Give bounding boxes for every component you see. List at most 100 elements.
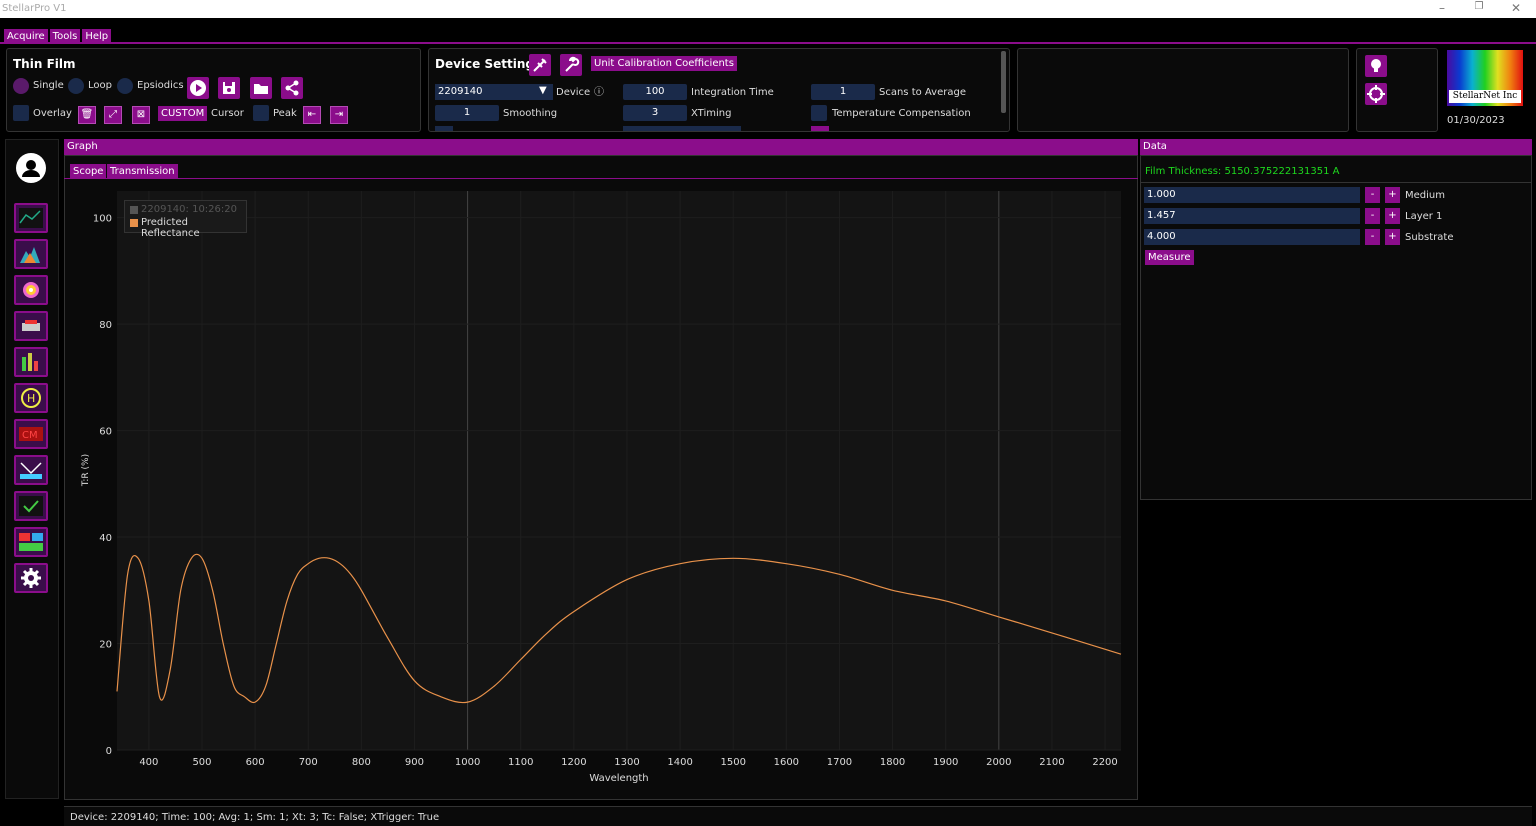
device-select-value: 2209140 xyxy=(438,86,483,97)
device-label: Device xyxy=(556,87,591,98)
y-tick-label: 100 xyxy=(93,214,112,225)
layer1-label: Layer 1 xyxy=(1405,211,1443,222)
cursor-right-button[interactable]: ⇥ xyxy=(330,106,348,124)
legend-swatch-2 xyxy=(130,219,138,227)
cursor-label: Cursor xyxy=(211,108,244,119)
compare-mode-button[interactable] xyxy=(14,527,48,557)
h-mode-button[interactable]: H xyxy=(14,383,48,413)
x-tick-label: 1500 xyxy=(720,757,745,768)
stellarnet-logo: StellarNet Inc xyxy=(1447,50,1523,106)
reflection-icon xyxy=(20,462,42,479)
gear-icon xyxy=(21,568,41,588)
tools-panel xyxy=(1356,48,1438,132)
unit-calibration-button[interactable]: Unit Calibration Coefficients xyxy=(591,56,737,71)
reflectance-chart[interactable]: 400 500 600 700 800 900 1000 1100 1200 1300 1400 15… xyxy=(64,180,1134,795)
minimize-icon[interactable]: – xyxy=(1430,1,1454,15)
open-folder-button[interactable] xyxy=(250,77,272,99)
color-mode-button[interactable] xyxy=(14,275,48,305)
medium-plus-button[interactable]: + xyxy=(1385,187,1400,203)
x-tick-label: 1100 xyxy=(508,757,533,768)
x-tick-label: 1200 xyxy=(561,757,586,768)
info-icon[interactable]: ⓘ xyxy=(594,83,604,98)
scope-mode-button[interactable] xyxy=(14,203,48,233)
x-tick-label: 700 xyxy=(299,757,318,768)
x-ticks: 400 500 600 700 800 900 1000 1100 1200 1300 1400 15… xyxy=(139,757,1117,768)
user-avatar[interactable] xyxy=(16,153,46,183)
trash-icon: 🗑 xyxy=(80,109,94,120)
play-button[interactable] xyxy=(187,77,209,99)
x-tick-label: 1900 xyxy=(933,757,958,768)
save-button[interactable] xyxy=(218,77,240,99)
layer1-field[interactable]: 1.457 xyxy=(1144,208,1360,224)
device-select[interactable]: 2209140 ▼ xyxy=(435,84,553,100)
hidden-row-button[interactable] xyxy=(811,126,829,131)
check-chart-icon xyxy=(19,496,43,516)
line-chart-icon xyxy=(19,208,43,228)
spectrum-mode-button[interactable] xyxy=(14,239,48,269)
temperature-checkbox[interactable] xyxy=(811,105,827,121)
medium-minus-button[interactable]: - xyxy=(1365,187,1380,203)
scrollbar[interactable] xyxy=(1001,51,1006,113)
y-tick-label: 60 xyxy=(99,427,112,438)
vehicle-mode-button[interactable] xyxy=(14,311,48,341)
restore-icon[interactable]: ❐ xyxy=(1467,1,1491,12)
cursor-left-button[interactable]: ⇤ xyxy=(303,106,321,124)
no-scale-button[interactable]: ⊠ xyxy=(132,106,150,124)
y-tick-label: 80 xyxy=(99,320,112,331)
x-tick-label: 1600 xyxy=(774,757,799,768)
app-title: StellarPro V1 xyxy=(2,3,67,14)
target-button[interactable] xyxy=(1365,83,1387,105)
lightbulb-icon xyxy=(1371,59,1381,72)
bars-mode-button[interactable] xyxy=(14,347,48,377)
hidden-row-checkbox[interactable] xyxy=(435,126,453,131)
wrench-icon xyxy=(565,56,580,72)
y-tick-label: 40 xyxy=(99,533,112,544)
tab-transmission[interactable]: Transmission xyxy=(107,164,178,179)
tab-scope[interactable]: Scope xyxy=(70,164,107,179)
x-tick-label: 1000 xyxy=(455,757,480,768)
integration-time-field[interactable]: 100 xyxy=(623,84,687,100)
expand-button[interactable]: ⤢ xyxy=(104,106,122,124)
medium-field[interactable]: 1.000 xyxy=(1144,187,1360,203)
x-tick-label: 2200 xyxy=(1092,757,1117,768)
smoothing-label: Smoothing xyxy=(503,108,558,119)
close-icon[interactable]: ✕ xyxy=(1504,1,1528,15)
reflect-mode-button[interactable] xyxy=(14,455,48,485)
delete-button[interactable]: 🗑 xyxy=(78,106,96,124)
tab-divider xyxy=(64,178,1138,179)
check-mode-button[interactable] xyxy=(14,491,48,521)
measure-button[interactable]: Measure xyxy=(1145,250,1194,265)
hidden-row-field[interactable] xyxy=(623,126,741,131)
peak-checkbox[interactable] xyxy=(253,105,269,121)
light-button[interactable] xyxy=(1365,55,1387,77)
settings-button[interactable] xyxy=(14,563,48,593)
car-icon xyxy=(22,320,40,331)
chevron-down-icon: ▼ xyxy=(539,85,547,96)
expand-icon: ⤢ xyxy=(109,109,117,120)
plug-icon xyxy=(533,58,547,72)
smoothing-field[interactable]: 1 xyxy=(435,105,499,121)
connect-button[interactable] xyxy=(529,54,551,76)
share-button[interactable] xyxy=(281,77,303,99)
substrate-plus-button[interactable]: + xyxy=(1385,229,1400,245)
crosshair-icon xyxy=(1367,85,1385,103)
custom-button[interactable]: CUSTOM xyxy=(158,106,208,121)
layer1-plus-button[interactable]: + xyxy=(1385,208,1400,224)
cm-mode-button[interactable]: CM xyxy=(14,419,48,449)
bar-chart-icon xyxy=(22,353,38,371)
overlay-checkbox[interactable] xyxy=(13,105,29,121)
layer1-minus-button[interactable]: - xyxy=(1365,208,1380,224)
loop-radio[interactable] xyxy=(68,78,84,94)
episodics-label: Epsiodics xyxy=(137,80,184,91)
menu-divider xyxy=(0,42,1536,44)
save-icon xyxy=(223,82,235,94)
single-radio[interactable] xyxy=(13,78,29,94)
x-tick-label: 600 xyxy=(246,757,265,768)
substrate-minus-button[interactable]: - xyxy=(1365,229,1380,245)
scans-field[interactable]: 1 xyxy=(811,84,875,100)
episodics-radio[interactable] xyxy=(117,78,133,94)
wrench-button[interactable] xyxy=(560,54,582,76)
substrate-field[interactable]: 4.000 xyxy=(1144,229,1360,245)
xtiming-field[interactable]: 3 xyxy=(623,105,687,121)
folder-icon xyxy=(254,84,268,94)
